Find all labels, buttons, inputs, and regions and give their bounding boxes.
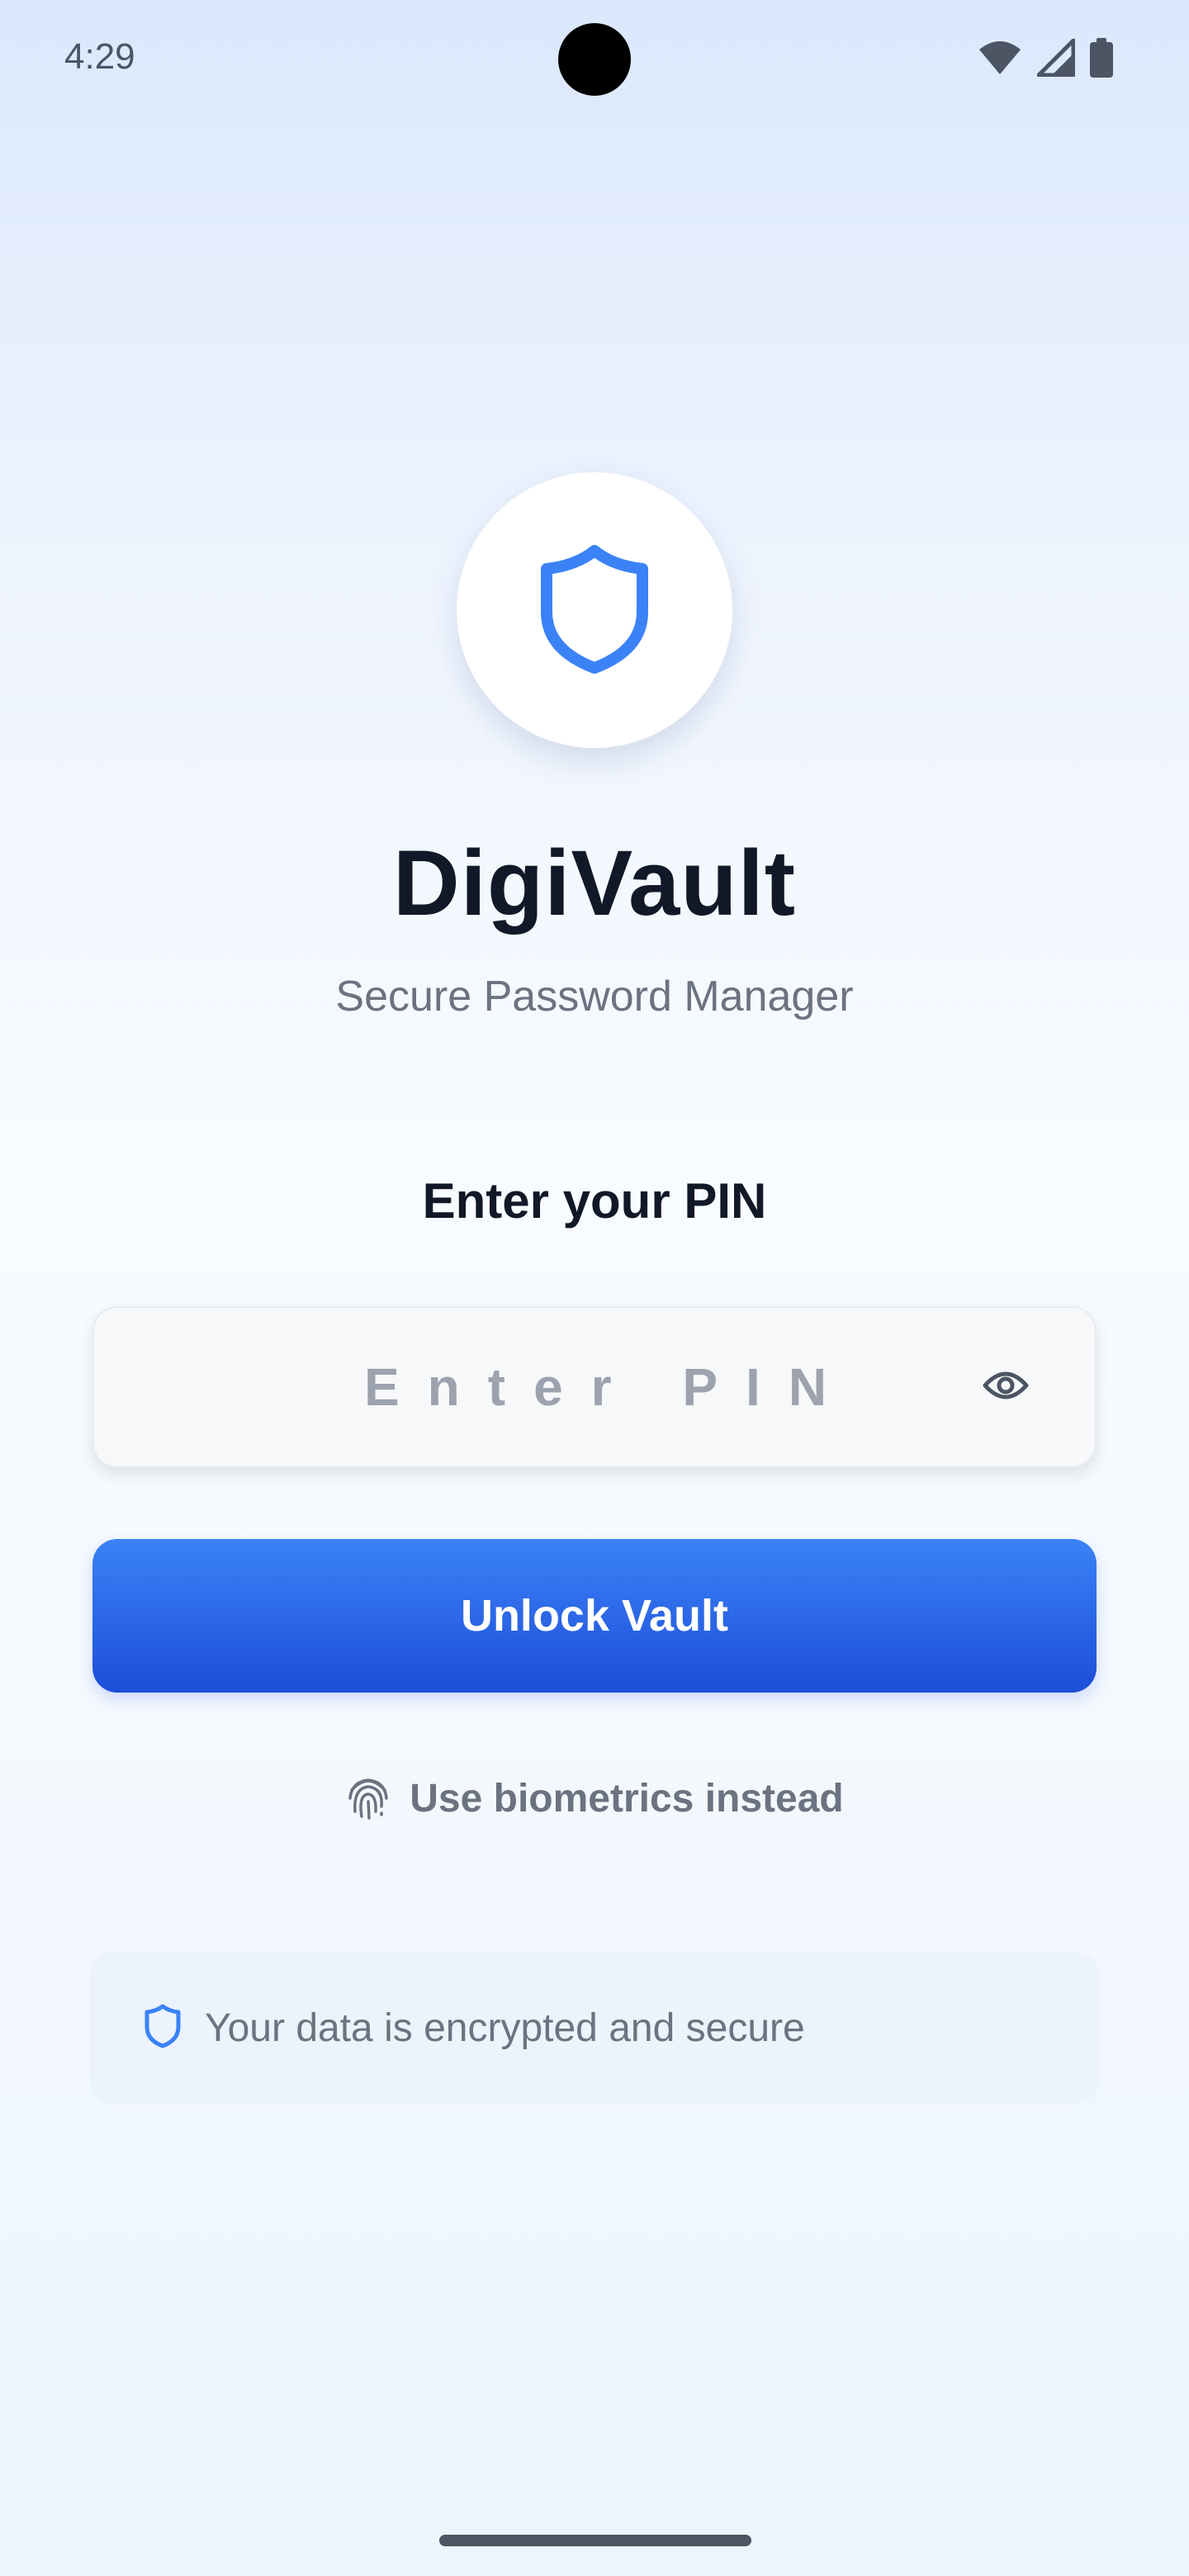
pin-heading: Enter your PIN — [422, 1173, 767, 1229]
show-pin-toggle[interactable] — [976, 1357, 1035, 1417]
security-note: Your data is encrypted and secure — [89, 1952, 1100, 2104]
shield-icon — [537, 542, 652, 679]
app-title: DigiVault — [392, 831, 797, 935]
app-subtitle: Secure Password Manager — [335, 973, 854, 1020]
fingerprint-icon — [345, 1773, 391, 1824]
cellular-signal-icon — [1037, 39, 1075, 77]
use-biometrics-label: Use biometrics instead — [410, 1777, 844, 1821]
pin-input[interactable] — [94, 1308, 1098, 1466]
eye-icon — [983, 1369, 1029, 1406]
use-biometrics-link[interactable]: Use biometrics instead — [0, 1773, 1189, 1824]
app-logo — [457, 472, 732, 748]
pin-field — [92, 1306, 1098, 1468]
status-icons — [978, 38, 1113, 78]
unlock-vault-button[interactable]: Unlock Vault — [92, 1539, 1097, 1693]
battery-icon — [1090, 38, 1113, 78]
camera-cutout — [558, 23, 631, 96]
wifi-icon — [978, 40, 1022, 76]
status-time: 4:29 — [64, 36, 135, 77]
security-note-text: Your data is encrypted and secure — [205, 2005, 805, 2050]
shield-icon — [144, 2004, 182, 2053]
status-bar: 4:29 — [0, 0, 1189, 116]
home-indicator[interactable] — [439, 2535, 751, 2546]
